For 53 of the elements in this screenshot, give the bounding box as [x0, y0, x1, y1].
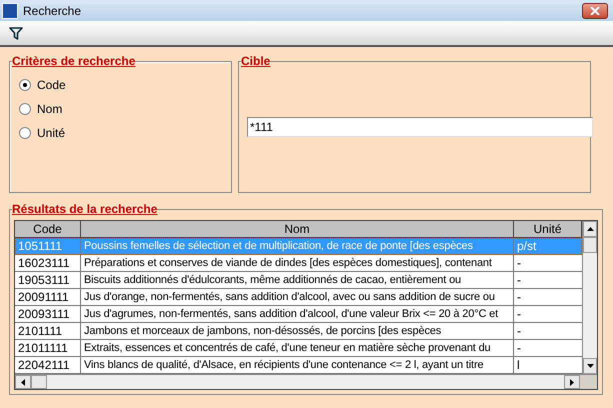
table-cell: Jambons et morceaux de jambons, non-désossés, de porcins [des espèces	[81, 323, 514, 339]
result-row[interactable]: 16023111 Préparations et conserves de viande de dindes [des espèces domestiques], contenant -	[15, 255, 582, 272]
table-cell: 19053111	[15, 272, 81, 288]
result-row[interactable]: 19053111 Biscuits additionnés d'édulcorants, même additionnés de cacao, entièrement ou -	[15, 272, 582, 289]
table-cell: Jus d'agrumes, non-fermentés, sans addition d'alcool, d'une valeur Brix <= 20 à 20°C et	[81, 306, 514, 322]
column-header[interactable]: Code	[15, 221, 81, 237]
scroll-up-icon[interactable]	[583, 221, 597, 237]
radio-option[interactable]: Code	[19, 78, 231, 92]
radio-option[interactable]: Nom	[19, 102, 231, 116]
table-cell-text: -	[516, 255, 522, 271]
window-title: Recherche	[23, 2, 82, 20]
table-cell-text: l	[516, 357, 521, 373]
table-cell: 1051111	[15, 238, 81, 254]
scroll-thumb[interactable]	[31, 375, 47, 389]
group-title: Résultats de la recherche	[12, 202, 158, 216]
table-cell: Jus d'orange, non-fermentés, sans addition d'alcool, avec ou sans addition de sucre ou	[81, 289, 514, 305]
table-cell-text: p/st	[516, 238, 538, 254]
horizontal-scrollbar[interactable]	[15, 374, 597, 389]
scroll-down-icon[interactable]	[583, 358, 597, 374]
table-cell-text: -	[516, 306, 522, 322]
scrollbar-corner	[580, 375, 597, 389]
table-cell: Extraits, essences et concentrés de café, d'une teneur en matière sèche provenant du	[81, 340, 514, 356]
filter-icon[interactable]	[8, 25, 24, 41]
scroll-right-icon[interactable]	[564, 375, 580, 389]
vertical-scrollbar[interactable]	[582, 221, 597, 374]
table-cell: 22042111	[15, 357, 81, 373]
target-field[interactable]: *111	[247, 117, 593, 137]
table-cell: Préparations et conserves de viande de dindes [des espèces domestiques], contenant	[81, 255, 514, 271]
table-cell: Biscuits additionnés d'édulcorants, même additionnés de cacao, entièrement ou	[81, 272, 514, 288]
app-logo-icon	[2, 2, 18, 18]
table-cell: Vins blancs de qualité, d'Alsace, en récipients d'une contenance <= 2 l, ayant un titre	[81, 357, 514, 373]
result-row[interactable]: 20093111 Jus d'agrumes, non-fermentés, sans addition d'alcool, d'une valeur Brix <= 20 à 20°C et -	[15, 306, 582, 323]
result-row[interactable]: 21011111 Extraits, essences et concentrés de café, d'une teneur en matière sèche provenant du -	[15, 340, 582, 357]
scroll-left-icon[interactable]	[15, 375, 31, 389]
table-cell: 2101111	[15, 323, 81, 339]
close-icon	[590, 6, 600, 14]
close-button[interactable]	[582, 2, 608, 18]
table-cell: 20091111	[15, 289, 81, 305]
table-cell: 21011111	[15, 340, 81, 356]
result-row[interactable]: 20091111 Jus d'orange, non-fermentés, sans addition d'alcool, avec ou sans addition de sucre ou -	[15, 289, 582, 306]
group-title: Cible	[241, 54, 270, 68]
table-cell-text: -	[516, 323, 522, 339]
table-cell-text: -	[516, 340, 522, 356]
radio-option[interactable]: Unité	[19, 126, 231, 140]
table-cell: 20093111	[15, 306, 81, 322]
column-header[interactable]: Nom	[81, 221, 514, 237]
result-row[interactable]: 2101111 Jambons et morceaux de jambons, non-désossés, de porcins [des espèces -	[15, 323, 582, 340]
table-cell-text: -	[516, 289, 522, 305]
table-cell-text: -	[516, 272, 522, 288]
table-cell: 16023111	[15, 255, 81, 271]
scroll-thumb[interactable]	[583, 237, 597, 253]
group-title: Critères de recherche	[12, 54, 136, 68]
table-cell: Poussins femelles de sélection et de multiplication, de race de ponte [des espèces	[81, 238, 514, 254]
